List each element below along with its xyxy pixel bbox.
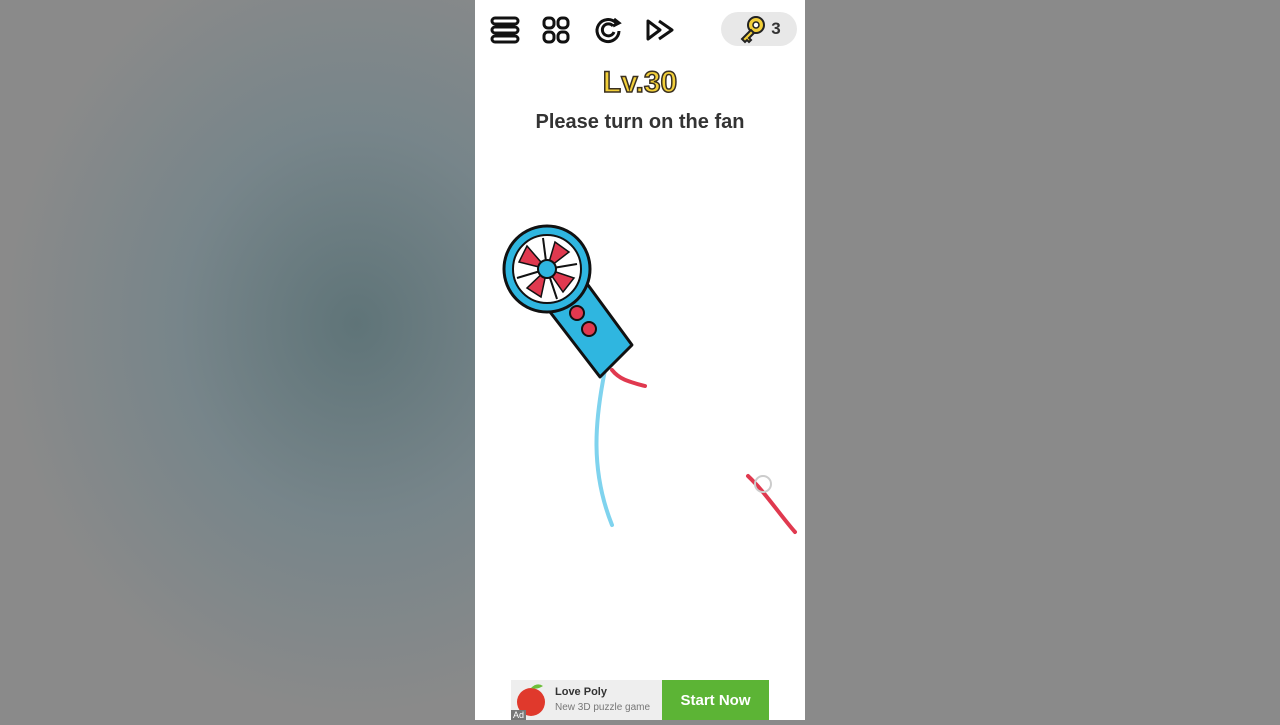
- blue-wire[interactable]: [594, 368, 614, 527]
- game-screen: 3 Lv.30 Please turn on the fan Ad Love P…: [475, 0, 805, 720]
- ad-tag: Ad: [511, 710, 527, 720]
- ad-title: Love Poly: [555, 686, 607, 698]
- background-right: [805, 0, 1280, 720]
- ad-banner[interactable]: Ad Love Poly New 3D puzzle game Start No…: [511, 680, 769, 720]
- ad-start-now-button[interactable]: Start Now: [662, 680, 769, 720]
- red-wire-fan[interactable]: [610, 368, 647, 388]
- blurred-background-left: [0, 0, 475, 720]
- ad-subtitle: New 3D puzzle game: [555, 702, 651, 713]
- ad-app-icon: Ad: [511, 680, 551, 720]
- fan[interactable]: [502, 224, 634, 379]
- puzzle-scene: [502, 224, 797, 534]
